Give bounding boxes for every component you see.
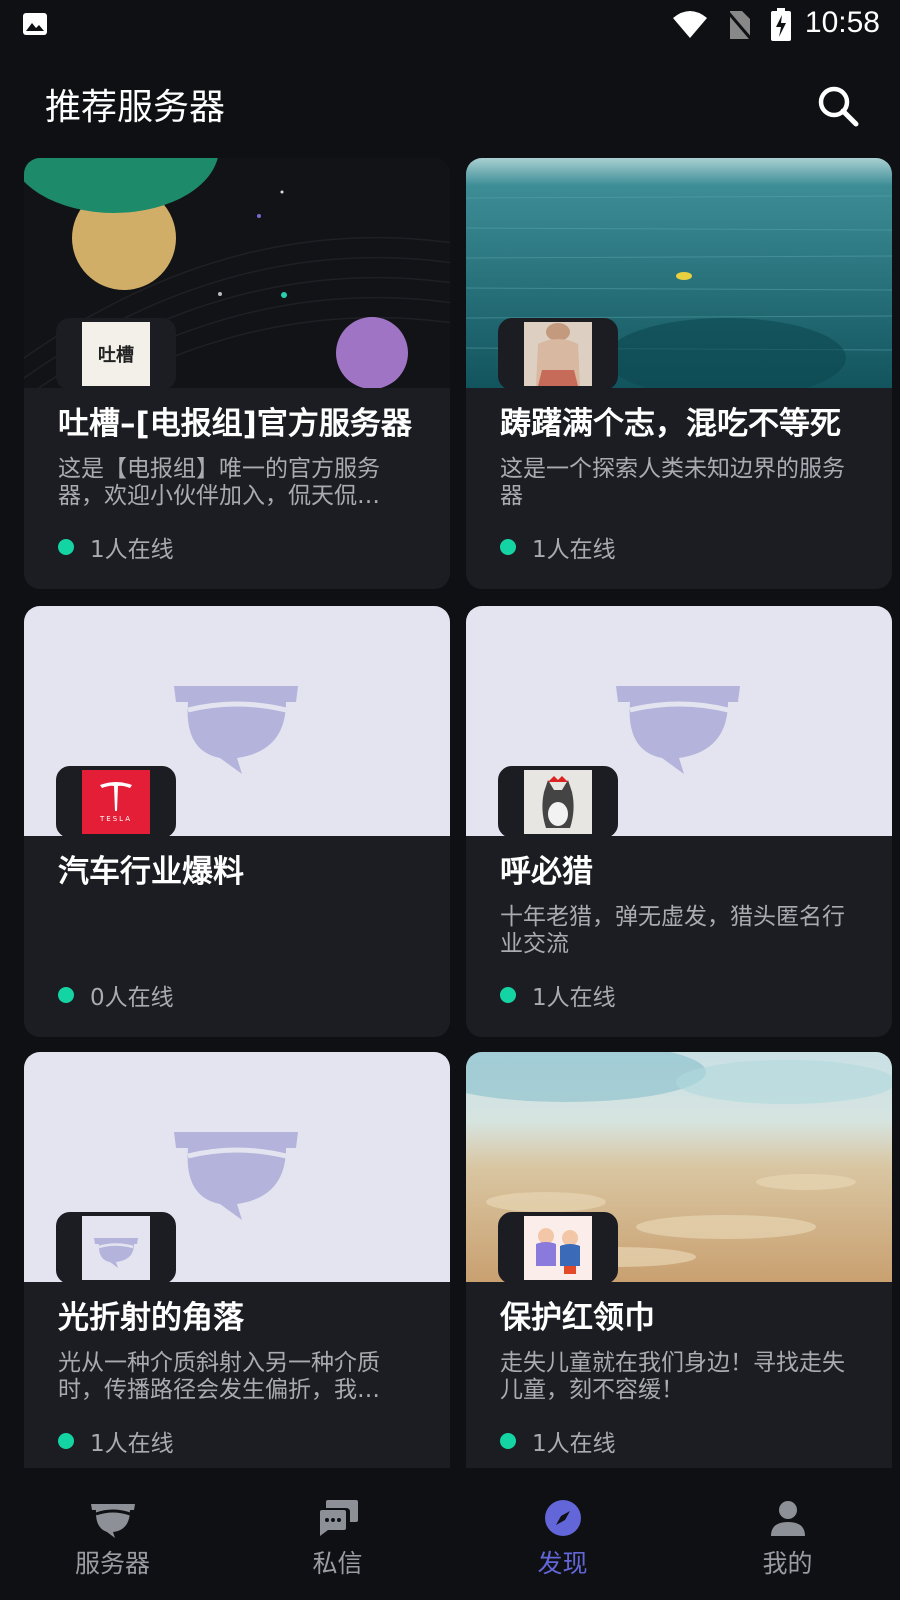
user-icon <box>770 1501 805 1536</box>
server-card[interactable]: 吐槽 吐槽–[电报组]官方服务器 这是【电报组】唯一的官方服务器，欢迎小伙伴加入… <box>24 158 450 589</box>
server-card[interactable]: 保护红领巾 走失儿童就在我们身边！寻找走失儿童，刻不容缓！ 1人在线 <box>466 1052 892 1468</box>
tab-label: 我的 <box>762 1549 813 1578</box>
image-notification-icon <box>23 13 47 35</box>
server-avatar <box>498 318 618 390</box>
clock: 10:58 <box>804 6 880 39</box>
server-name: 呼必猎 <box>500 854 593 890</box>
server-name: 踌躇满个志，混吃不等死 <box>500 406 841 442</box>
server-name: 保护红领巾 <box>500 1300 655 1336</box>
status-bar: 10:58 <box>0 0 900 50</box>
online-count: 1人在线 <box>90 537 174 563</box>
tab-discover[interactable]: 发现 <box>450 1468 675 1600</box>
online-count: 1人在线 <box>90 1431 174 1457</box>
server-card[interactable]: 光折射的角落 光从一种介质斜射入另一种介质时，传播路径会发生偏折，我… 1人在线 <box>24 1052 450 1468</box>
wifi-icon <box>673 11 707 38</box>
tab-label: 私信 <box>312 1549 363 1578</box>
online-status: 1人在线 <box>500 530 616 564</box>
tesla-logo-icon <box>100 782 132 811</box>
app-header: 推荐服务器 <box>0 50 900 158</box>
server-avatar <box>498 766 618 838</box>
server-avatar <box>498 1212 618 1284</box>
search-icon[interactable] <box>816 84 860 128</box>
online-count: 0人在线 <box>90 985 174 1011</box>
message-icon <box>319 1500 358 1536</box>
server-avatar: 吐槽 <box>56 318 176 390</box>
server-description <box>58 904 418 960</box>
online-dot-icon <box>500 1433 516 1449</box>
avatar-logo-text: 吐槽 <box>98 345 134 366</box>
children-avatar-icon <box>524 1216 592 1280</box>
server-description: 走失儿童就在我们身边！寻找走失儿童，刻不容缓！ <box>500 1350 845 1403</box>
online-dot-icon <box>58 539 74 555</box>
server-name: 汽车行业爆料 <box>58 854 244 890</box>
online-count: 1人在线 <box>532 537 616 563</box>
server-card[interactable]: TESLA 汽车行业爆料 0人在线 <box>24 606 450 1037</box>
server-card[interactable]: 踌躇满个志，混吃不等死 这是一个探索人类未知边界的服务器 1人在线 <box>466 158 892 589</box>
online-status: 1人在线 <box>58 530 174 564</box>
avatar-logo-text: TESLA <box>100 815 132 823</box>
no-sim-icon <box>726 10 752 40</box>
battery-charging-icon <box>771 8 791 41</box>
server-name: 光折射的角落 <box>58 1300 244 1336</box>
server-description: 十年老猎，弹无虚发，猎头匿名行业交流 <box>500 904 845 957</box>
online-status: 1人在线 <box>58 1424 174 1458</box>
online-count: 1人在线 <box>532 985 616 1011</box>
online-dot-icon <box>58 987 74 1003</box>
compass-icon <box>544 1500 581 1536</box>
server-description: 光从一种介质斜射入另一种介质时，传播路径会发生偏折，我… <box>58 1350 380 1403</box>
app-logo-icon <box>82 1216 150 1280</box>
server-icon <box>90 1504 135 1538</box>
online-dot-icon <box>500 539 516 555</box>
server-description: 这是一个探索人类未知边界的服务器 <box>500 456 845 509</box>
server-name: 吐槽–[电报组]官方服务器 <box>58 406 412 442</box>
server-grid: 吐槽 吐槽–[电报组]官方服务器 这是【电报组】唯一的官方服务器，欢迎小伙伴加入… <box>0 158 900 1468</box>
tab-messages[interactable]: 私信 <box>225 1468 450 1600</box>
tab-profile[interactable]: 我的 <box>675 1468 900 1600</box>
server-card[interactable]: 呼必猎 十年老猎，弹无虚发，猎头匿名行业交流 1人在线 <box>466 606 892 1037</box>
online-dot-icon <box>500 987 516 1003</box>
tab-label: 发现 <box>537 1549 588 1578</box>
online-status: 1人在线 <box>500 1424 616 1458</box>
tab-label: 服务器 <box>74 1549 150 1578</box>
tab-servers[interactable]: 服务器 <box>0 1468 225 1600</box>
server-avatar <box>56 1212 176 1284</box>
server-avatar: TESLA <box>56 766 176 838</box>
page-title: 推荐服务器 <box>45 87 226 128</box>
online-status: 0人在线 <box>58 978 174 1012</box>
online-count: 1人在线 <box>532 1431 616 1457</box>
server-description: 这是【电报组】唯一的官方服务器，欢迎小伙伴加入，侃天侃… <box>58 456 380 509</box>
online-dot-icon <box>58 1433 74 1449</box>
bottom-tab-bar: 服务器 私信 发现 我的 <box>0 1468 900 1600</box>
online-status: 1人在线 <box>500 978 616 1012</box>
cat-avatar-icon <box>524 770 592 834</box>
